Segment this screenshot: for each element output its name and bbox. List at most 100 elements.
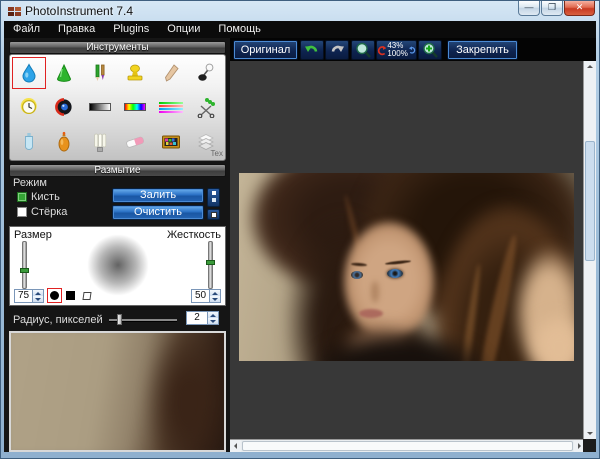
tool-scissors[interactable] — [189, 90, 225, 124]
pin-button[interactable]: Закрепить — [447, 40, 518, 60]
hardness-slider-handle[interactable] — [206, 260, 215, 265]
original-button[interactable]: Оригинал — [233, 40, 298, 60]
brush-checkbox-label: Кисть — [31, 191, 60, 203]
canvas-area[interactable] — [230, 61, 585, 439]
horizontal-scrollbar[interactable] — [230, 439, 585, 452]
horizontal-scroll-thumb[interactable] — [242, 441, 573, 451]
blur-panel-header: Размытие — [9, 164, 226, 177]
minimize-button[interactable]: — — [518, 1, 540, 16]
tool-rainbow-gradient[interactable] — [118, 90, 154, 124]
hardness-spin-arrows[interactable] — [209, 290, 220, 302]
pencil-brush-icon — [90, 63, 110, 83]
red-eye-icon — [54, 97, 74, 117]
shape-mini-button[interactable] — [207, 209, 220, 220]
round-brush-icon — [50, 291, 59, 300]
tool-color-lines[interactable] — [153, 90, 189, 124]
close-button[interactable]: ✕ — [564, 1, 595, 16]
zoom-out-button[interactable] — [351, 40, 375, 60]
maximize-button[interactable]: ❐ — [541, 1, 563, 16]
size-spin-arrows[interactable] — [32, 290, 43, 302]
tool-skin-bottle[interactable] — [47, 125, 83, 159]
tool-red-eye-removal[interactable] — [47, 90, 83, 124]
brush-checkbox[interactable] — [17, 192, 27, 202]
radius-spin-arrows[interactable] — [207, 312, 218, 324]
redo-icon — [329, 42, 345, 58]
menu-help[interactable]: Помощь — [209, 21, 270, 38]
tools-grid: Tex — [9, 54, 226, 161]
radius-value[interactable]: 2 — [187, 312, 207, 324]
hardness-value[interactable]: 50 — [192, 290, 209, 302]
clear-button[interactable]: Очистить — [112, 205, 204, 220]
square-brush-icon — [66, 291, 75, 300]
left-panel: Инструменты — [4, 38, 230, 452]
zoom-in-icon — [422, 42, 439, 59]
cone-icon — [54, 63, 74, 83]
rotate-right-icon — [409, 44, 416, 56]
eraser-checkbox[interactable] — [17, 207, 27, 217]
undo-button[interactable] — [300, 40, 324, 60]
radius-slider-handle[interactable] — [117, 314, 122, 325]
tool-liquify-clock[interactable] — [11, 90, 47, 124]
liquify-clock-icon — [18, 96, 40, 118]
tool-glue-tube[interactable] — [11, 125, 47, 159]
size-slider-handle[interactable] — [20, 268, 29, 273]
tool-pencil-brush[interactable] — [82, 56, 118, 90]
clone-stamp-icon — [124, 63, 146, 83]
tool-text-layers[interactable]: Tex — [189, 125, 225, 159]
tools-panel-header: Инструменты — [9, 41, 226, 54]
scroll-up-arrow[interactable] — [584, 61, 596, 72]
tool-grayscale-gradient[interactable] — [82, 90, 118, 124]
hardness-spinbox[interactable]: 50 — [191, 289, 221, 303]
scissors-icon — [195, 96, 217, 118]
tool-smudge[interactable] — [153, 56, 189, 90]
menu-options[interactable]: Опции — [158, 21, 209, 38]
zoom-out-icon — [355, 42, 372, 59]
tv-noise-icon — [160, 132, 182, 152]
scrollbar-corner — [583, 439, 596, 452]
vertical-scroll-thumb[interactable] — [585, 141, 595, 261]
tool-tv-noise[interactable] — [153, 125, 189, 159]
title-bar[interactable]: PhotoInstrument 7.4 — ❐ ✕ — [1, 1, 599, 21]
hardness-slider[interactable] — [208, 241, 213, 289]
scroll-down-arrow[interactable] — [584, 428, 596, 439]
brush-preview — [86, 233, 150, 297]
menu-file[interactable]: Файл — [4, 21, 49, 38]
tool-eraser[interactable] — [118, 125, 154, 159]
opacity-mini-slider[interactable] — [207, 188, 220, 207]
menu-edit[interactable]: Правка — [49, 21, 104, 38]
size-value[interactable]: 75 — [15, 290, 32, 302]
size-slider[interactable] — [22, 241, 27, 289]
client-area: Инструменты — [4, 38, 596, 452]
redo-button[interactable] — [325, 40, 349, 60]
radius-spinbox[interactable]: 2 — [186, 311, 219, 325]
tool-light-bulb[interactable] — [82, 125, 118, 159]
text-tool-label: Tex — [211, 149, 223, 158]
color-lines-icon — [159, 102, 183, 113]
vertical-scrollbar[interactable] — [583, 61, 596, 439]
tool-pin[interactable] — [189, 56, 225, 90]
menu-plugins[interactable]: Plugins — [104, 21, 158, 38]
canvas-toolbar: Оригинал — [230, 38, 596, 61]
brush-mode-row[interactable]: Кисть — [17, 191, 60, 203]
round-brush-button[interactable] — [48, 289, 61, 302]
zoom-base: 100% — [387, 50, 407, 58]
photo-image[interactable] — [239, 173, 574, 361]
tool-blur-drop[interactable] — [11, 56, 47, 90]
radius-label: Радиус, пикселей — [13, 314, 103, 326]
fill-button[interactable]: Залить — [112, 188, 204, 203]
tool-clone-stamp[interactable] — [118, 56, 154, 90]
smudge-icon — [161, 63, 181, 83]
radius-slider[interactable] — [109, 319, 177, 321]
tool-cone[interactable] — [47, 56, 83, 90]
frame-brush-button[interactable] — [80, 289, 93, 302]
zoom-preview — [9, 331, 226, 452]
rainbow-gradient-icon — [124, 103, 146, 111]
zoom-in-button[interactable] — [418, 40, 442, 60]
square-brush-button[interactable] — [64, 289, 77, 302]
scroll-left-arrow[interactable] — [230, 440, 241, 452]
eraser-mode-row[interactable]: Стёрка — [17, 206, 67, 218]
zoom-rotate-control[interactable]: 43% 100% — [376, 40, 417, 60]
grayscale-gradient-icon — [89, 103, 111, 111]
app-window: PhotoInstrument 7.4 — ❐ ✕ Файл Правка Pl… — [0, 0, 600, 459]
size-spinbox[interactable]: 75 — [14, 289, 44, 303]
